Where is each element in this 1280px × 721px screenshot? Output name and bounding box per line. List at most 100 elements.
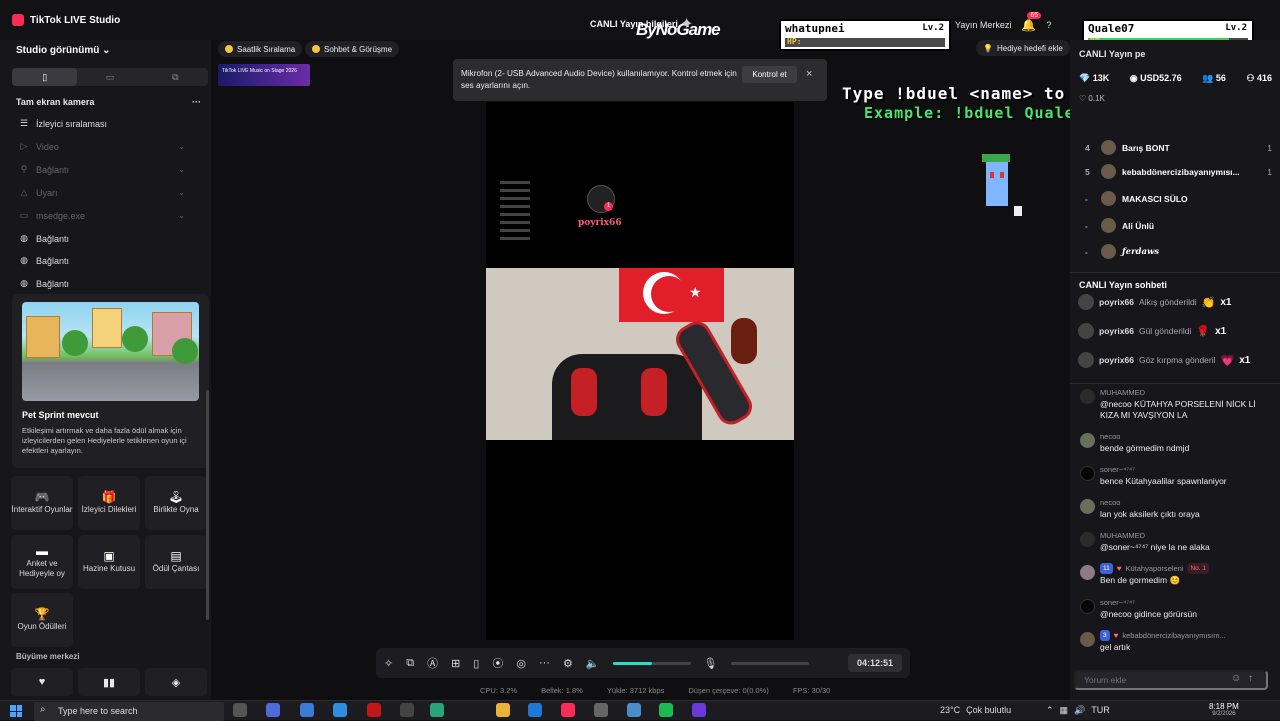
bell-icon[interactable]: 🔔 65 <box>1021 12 1042 32</box>
microphone-icon[interactable]: 🎙 <box>704 657 718 670</box>
broadcast-center-link[interactable]: Yayın Merkezi <box>955 20 1011 30</box>
likes-stat: ♡ 0.1K <box>1079 94 1105 103</box>
add-source-icon[interactable]: ⊞ <box>451 657 460 670</box>
mic-volume-slider[interactable] <box>730 661 809 665</box>
tiktok-live-icon[interactable] <box>561 703 575 717</box>
app-icon[interactable] <box>430 703 444 717</box>
file-explorer-icon[interactable] <box>496 703 510 717</box>
tab-landscape[interactable]: ▭ <box>77 68 142 86</box>
send-icon[interactable]: ↑ <box>1248 673 1253 684</box>
weather-widget[interactable]: 23°C Çok bulutlu <box>940 705 1011 715</box>
ranking-row[interactable]: 5 kebabdönercizibayanıymısı... 1 <box>1085 164 1272 179</box>
chair-stripe <box>641 368 667 416</box>
ranking-row[interactable]: - ƒerdaws <box>1085 244 1272 259</box>
task-view-icon[interactable] <box>233 703 247 717</box>
app-icon[interactable] <box>692 703 706 717</box>
emoji-icon[interactable]: ☺ <box>1231 673 1241 684</box>
speaker-icon[interactable]: 🔈 <box>586 657 600 670</box>
app-icon[interactable] <box>594 703 608 717</box>
phone-icon[interactable]: ▯ <box>473 657 479 670</box>
violin <box>731 318 757 364</box>
scene-header[interactable]: Tam ekran kamera ··· <box>16 97 201 107</box>
chat-call-chip[interactable]: Sohbet & Görüşme <box>305 41 400 57</box>
spotify-icon[interactable] <box>659 703 673 717</box>
game-launcher-icon[interactable] <box>367 703 381 717</box>
clock[interactable]: 8:18 PM 9/2/2026 <box>1209 702 1239 717</box>
stat-fps: FPS: 30/30 <box>792 686 831 695</box>
tab-portrait[interactable]: ▯ <box>12 68 78 86</box>
chevron-up-icon[interactable]: ⌃ <box>1046 705 1054 716</box>
tile-poll[interactable]: ▬ Anket ve Hediyeyle oy <box>11 535 73 589</box>
taskbar-search[interactable]: Type here to search <box>34 702 224 721</box>
layout-icon[interactable]: ⧉ <box>406 657 414 670</box>
language-indicator[interactable]: TUR <box>1091 705 1110 716</box>
ranking-row[interactable]: - MAKASCI SÜLO <box>1085 191 1272 206</box>
goal-label: Hediye hedefi ekle <box>996 43 1063 53</box>
source-item[interactable]: ◍ Bağlantı <box>19 255 185 266</box>
settings-sliders-icon[interactable]: ⚙ <box>563 657 573 670</box>
close-icon[interactable]: × <box>806 68 812 80</box>
volume-slider[interactable] <box>612 661 691 665</box>
more-icon[interactable]: ··· <box>192 97 201 107</box>
stat-dropped: Düşen çerçeve: 0(0.0%) <box>688 686 769 695</box>
browser-icon[interactable] <box>528 703 542 717</box>
tile-play-together[interactable]: 🕹 Birlikte Oyna <box>145 476 207 530</box>
chat-icon <box>312 45 320 53</box>
event-banner[interactable]: TikTok LIVE Music on Stage 2026 <box>218 64 310 86</box>
player-level: Lv.2 <box>1225 23 1247 33</box>
growth-tile-heart-icon[interactable]: ♥ <box>11 668 73 696</box>
help-icon[interactable]: ? <box>1046 20 1051 30</box>
gift-event: poyrix66 Alkış gönderildi 👏 x1 <box>1078 294 1272 310</box>
tile-reward-bag[interactable]: ▤ Ödül Çantası <box>145 535 207 589</box>
diamonds-stat: 💎 13K <box>1079 73 1109 84</box>
camera-feed: ★ <box>486 268 794 440</box>
pet-sprint-card[interactable]: Pet Sprint mevcut Etkileşimi artırmak ve… <box>12 294 209 468</box>
tile-viewer-wishes[interactable]: 🎁 İzleyici Dilekleri <box>78 476 140 530</box>
rank-score: 1 <box>1267 166 1272 177</box>
source-item[interactable]: ▷ Video ⌄ <box>19 141 185 152</box>
screenshot-icon[interactable]: ◎ <box>516 657 526 670</box>
building <box>26 316 60 358</box>
source-item[interactable]: ◍ Bağlantı <box>19 233 185 244</box>
store-icon[interactable] <box>300 703 314 717</box>
magic-icon[interactable]: ✧ <box>384 657 393 670</box>
ai-icon[interactable]: Ⓐ <box>427 655 438 671</box>
windows-start-icon[interactable] <box>10 705 22 717</box>
sidebar-scrollbar[interactable] <box>206 390 209 620</box>
growth-tile-chart-icon[interactable]: ▮▮ <box>78 668 140 696</box>
source-item[interactable]: △ Uyarı ⌄ <box>19 187 185 198</box>
edge-icon[interactable] <box>333 703 347 717</box>
avatar <box>1080 433 1095 448</box>
chevron-down-icon[interactable]: ⌄ <box>178 188 185 197</box>
hourly-ranking-chip[interactable]: Saatlik Sıralama <box>218 41 303 57</box>
ranking-row[interactable]: 4 Barış BONT 1 <box>1085 140 1272 155</box>
chevron-down-icon[interactable]: ⌄ <box>178 165 185 174</box>
tile-game-rewards[interactable]: 🏆 Oyun Ödülleri <box>11 593 73 647</box>
source-item[interactable]: ◍ Bağlantı <box>19 278 185 289</box>
source-item[interactable]: ▭ msedge.exe ⌄ <box>19 210 185 221</box>
app-icon[interactable] <box>400 703 414 717</box>
source-item[interactable]: ☰ İzleyici sıralaması <box>19 118 185 129</box>
record-icon[interactable]: ⦿ <box>492 655 503 671</box>
chevron-down-icon[interactable]: ⌄ <box>178 142 185 151</box>
volume-icon[interactable]: 🔊 <box>1074 705 1085 716</box>
tile-interactive-games[interactable]: 🎮 İnteraktif Oyunlar <box>11 476 73 530</box>
add-gift-goal-button[interactable]: 💡 Hediye hedefi ekle <box>976 40 1070 56</box>
tile-label: Oyun Ödülleri <box>17 621 67 631</box>
viewers-value: 56 <box>1215 73 1226 83</box>
source-item[interactable]: ⚲ Bağlantı ⌄ <box>19 164 185 175</box>
gift-action: Gül gönderildi <box>1138 326 1192 336</box>
chevron-down-icon[interactable]: ⌄ <box>178 211 185 220</box>
growth-tile-badge-icon[interactable]: ◈ <box>145 668 207 696</box>
tab-multi[interactable]: ⧉ <box>143 68 208 86</box>
check-button[interactable]: Kontrol et <box>742 66 797 83</box>
studio-view-dropdown[interactable]: Studio görünümü ⌄ <box>16 45 111 56</box>
tile-treasure-box[interactable]: ▣ Hazine Kutusu <box>78 535 140 589</box>
poll-icon: ▬ <box>36 543 48 558</box>
network-icon[interactable]: ▦ <box>1060 705 1069 716</box>
more-icon[interactable]: ··· <box>539 657 550 669</box>
app-icon[interactable] <box>627 703 641 717</box>
copilot-icon[interactable] <box>266 703 280 717</box>
stat-memory: Bellek: 1.8% <box>541 686 583 695</box>
ranking-row[interactable]: - Ali Ünlü <box>1085 218 1272 233</box>
